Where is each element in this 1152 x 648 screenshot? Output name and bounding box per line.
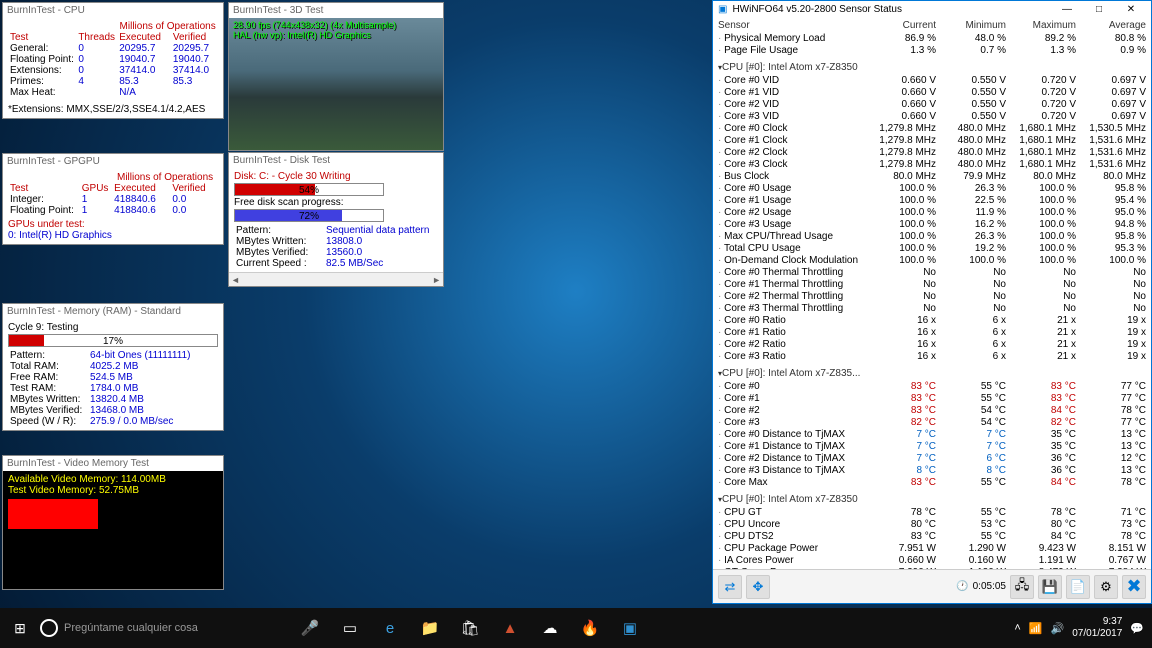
sensor-row[interactable]: Core #083 °C55 °C83 °C77 °C — [718, 381, 1146, 393]
burnintest-disk-window[interactable]: BurnInTest - Disk Test Disk: C: - Cycle … — [228, 152, 444, 287]
sensor-row[interactable]: Core #0 Clock1,279.8 MHz480.0 MHz1,680.1… — [718, 123, 1146, 135]
window-title: BurnInTest - GPGPU — [3, 154, 223, 169]
cpu-extensions: *Extensions: MMX,SSE/2/3,SSE4.1/4.2,AES — [8, 104, 218, 115]
sensor-row[interactable]: Core #0 Ratio16 x6 x21 x19 x — [718, 315, 1146, 327]
sensor-row[interactable]: Core #382 °C54 °C82 °C77 °C — [718, 417, 1146, 429]
sensor-row[interactable]: CPU Uncore80 °C53 °C80 °C73 °C — [718, 519, 1146, 531]
memory-progress: 17% — [8, 334, 218, 347]
sensor-row[interactable]: CPU GT78 °C55 °C78 °C71 °C — [718, 507, 1146, 519]
hwinfo-columns: Sensor Current Minimum Maximum Average — [713, 18, 1151, 33]
elapsed-time: 0:05:05 — [973, 581, 1006, 592]
explorer-icon[interactable]: 📁 — [410, 619, 450, 637]
mic-icon[interactable]: 🎤 — [290, 619, 330, 637]
wifi-icon[interactable]: 📶 — [1029, 622, 1043, 635]
sensor-row[interactable]: Core #2 Usage100.0 %11.9 %100.0 %95.0 % — [718, 207, 1146, 219]
sensor-section[interactable]: CPU [#0]: Intel Atom x7-Z835... — [718, 363, 1146, 381]
window-title: BurnInTest - Video Memory Test — [3, 456, 223, 471]
burnintest-3d-window[interactable]: BurnInTest - 3D Test 28.90 fps (744x438x… — [228, 2, 444, 151]
taskbar[interactable]: ⊞ Pregúntame cualquier cosa 🎤 ▭ e 📁 🛍 ▲ … — [0, 608, 1152, 648]
burnintest-videomem-window[interactable]: BurnInTest - Video Memory Test Available… — [2, 455, 224, 590]
sensor-row[interactable]: Core #2 Ratio16 x6 x21 x19 x — [718, 339, 1146, 351]
start-button[interactable]: ⊞ — [0, 620, 40, 637]
sensor-row[interactable]: Core #283 °C54 °C84 °C78 °C — [718, 405, 1146, 417]
sensor-row[interactable]: Core #1 VID0.660 V0.550 V0.720 V0.697 V — [718, 87, 1146, 99]
app-icon-1[interactable]: ▲ — [490, 620, 530, 637]
save-icon[interactable]: 💾 — [1038, 575, 1062, 599]
sensor-row[interactable]: Core #3 Usage100.0 %16.2 %100.0 %94.8 % — [718, 219, 1146, 231]
sensor-row[interactable]: CPU Package Power7.951 W1.290 W9.423 W8.… — [718, 543, 1146, 555]
minimize-button[interactable]: — — [1052, 4, 1082, 15]
hwinfo-toolbar: ⇄ ✥ 🕐 0:05:05 🖧 💾 📄 ⚙ ✖ — [713, 569, 1151, 603]
window-title: BurnInTest - CPU — [3, 3, 223, 18]
scrollbar-h[interactable]: ◄► — [229, 272, 443, 286]
disk-progress-1: 54% — [234, 183, 384, 196]
edge-icon[interactable]: e — [370, 620, 410, 637]
search-box[interactable]: Pregúntame cualquier cosa — [40, 619, 290, 637]
sensor-row[interactable]: Core #3 Ratio16 x6 x21 x19 x — [718, 351, 1146, 363]
app-icon-2[interactable]: ☁ — [530, 619, 570, 637]
tray-chevron-icon[interactable]: ˄ — [1014, 622, 1020, 634]
sensor-row[interactable]: Core #183 °C55 °C83 °C77 °C — [718, 393, 1146, 405]
hwinfo-icon: ▣ — [718, 4, 727, 15]
burnintest-gpgpu-window[interactable]: BurnInTest - GPGPU Millions of Operation… — [2, 153, 224, 245]
sensor-row[interactable]: Core #2 Clock1,279.8 MHz480.0 MHz1,680.1… — [718, 147, 1146, 159]
3d-viewport: 28.90 fps (744x438x32) (4x Multisample) … — [229, 18, 443, 150]
sensor-row[interactable]: Total CPU Usage100.0 %19.2 %100.0 %95.3 … — [718, 243, 1146, 255]
sensor-row[interactable]: Core #0 Usage100.0 %26.3 %100.0 %95.8 % — [718, 183, 1146, 195]
sensor-row[interactable]: CPU DTS283 °C55 °C84 °C78 °C — [718, 531, 1146, 543]
clock[interactable]: 9:37 07/01/2017 — [1072, 616, 1122, 640]
hwinfo-taskbar-icon[interactable]: ▣ — [610, 619, 650, 637]
sensor-row[interactable]: On-Demand Clock Modulation100.0 %100.0 %… — [718, 255, 1146, 267]
burnintest-icon[interactable]: 🔥 — [570, 619, 610, 637]
sensor-row[interactable]: Core #1 Thermal ThrottlingNoNoNoNo — [718, 279, 1146, 291]
disk-progress-2: 72% — [234, 209, 384, 222]
sensor-row[interactable]: Core #0 VID0.660 V0.550 V0.720 V0.697 V — [718, 75, 1146, 87]
window-title: BurnInTest - Memory (RAM) - Standard — [3, 304, 223, 319]
sensor-row[interactable]: Page File Usage1.3 %0.7 %1.3 %0.9 % — [718, 45, 1146, 57]
sensor-row[interactable]: Core #0 Thermal ThrottlingNoNoNoNo — [718, 267, 1146, 279]
sensor-section[interactable]: CPU [#0]: Intel Atom x7-Z8350 — [718, 57, 1146, 75]
sensor-row[interactable]: Core #2 VID0.660 V0.550 V0.720 V0.697 V — [718, 99, 1146, 111]
burnintest-memory-window[interactable]: BurnInTest - Memory (RAM) - Standard Cyc… — [2, 303, 224, 431]
sensor-row[interactable]: Core #1 Distance to TjMAX7 °C7 °C35 °C13… — [718, 441, 1146, 453]
sensor-section[interactable]: CPU [#0]: Intel Atom x7-Z8350 — [718, 489, 1146, 507]
hwinfo-window[interactable]: ▣ HWiNFO64 v5.20-2800 Sensor Status — □ … — [712, 0, 1152, 604]
sensor-row[interactable]: Bus Clock80.0 MHz79.9 MHz80.0 MHz80.0 MH… — [718, 171, 1146, 183]
sensor-row[interactable]: Core #0 Distance to TjMAX7 °C7 °C35 °C13… — [718, 429, 1146, 441]
sensor-row[interactable]: Core #3 Distance to TjMAX8 °C8 °C36 °C13… — [718, 465, 1146, 477]
hwinfo-titlebar[interactable]: ▣ HWiNFO64 v5.20-2800 Sensor Status — □ … — [713, 1, 1151, 18]
sensor-row[interactable]: Core #3 Clock1,279.8 MHz480.0 MHz1,680.1… — [718, 159, 1146, 171]
sensor-row[interactable]: Physical Memory Load86.9 %48.0 %89.2 %80… — [718, 33, 1146, 45]
sensor-row[interactable]: Max CPU/Thread Usage100.0 %26.3 %100.0 %… — [718, 231, 1146, 243]
network-icon[interactable]: 🖧 — [1010, 575, 1034, 599]
close-x-icon[interactable]: ✖ — [1122, 575, 1146, 599]
volume-icon[interactable]: 🔊 — [1051, 622, 1065, 635]
maximize-button[interactable]: □ — [1084, 4, 1114, 15]
cortana-icon — [40, 619, 58, 637]
close-button[interactable]: ✕ — [1116, 4, 1146, 15]
burnintest-cpu-window[interactable]: BurnInTest - CPU Millions of Operations … — [2, 2, 224, 119]
vmem-block — [8, 499, 98, 529]
store-icon[interactable]: 🛍 — [450, 619, 490, 637]
window-title: BurnInTest - 3D Test — [229, 3, 443, 18]
sensor-row[interactable]: Core #3 Thermal ThrottlingNoNoNoNo — [718, 303, 1146, 315]
taskview-icon[interactable]: ▭ — [330, 619, 370, 637]
sensor-row[interactable]: Core #3 VID0.660 V0.550 V0.720 V0.697 V — [718, 111, 1146, 123]
sensor-row[interactable]: Core #2 Distance to TjMAX7 °C6 °C36 °C12… — [718, 453, 1146, 465]
sensor-row[interactable]: Core Max83 °C55 °C84 °C78 °C — [718, 477, 1146, 489]
clock-icon: 🕐 — [956, 581, 968, 592]
action-center-icon[interactable]: 💬 — [1130, 622, 1144, 635]
sensor-row[interactable]: IA Cores Power0.660 W0.160 W1.191 W0.767… — [718, 555, 1146, 567]
sensor-row[interactable]: Core #2 Thermal ThrottlingNoNoNoNo — [718, 291, 1146, 303]
sensor-row[interactable]: Core #1 Usage100.0 %22.5 %100.0 %95.4 % — [718, 195, 1146, 207]
settings-icon[interactable]: ⚙ — [1094, 575, 1118, 599]
sensor-row[interactable]: Core #1 Ratio16 x6 x21 x19 x — [718, 327, 1146, 339]
nav-arrows-icon[interactable]: ⇄ — [718, 575, 742, 599]
window-title: BurnInTest - Disk Test — [229, 153, 443, 168]
sensor-row[interactable]: Core #1 Clock1,279.8 MHz480.0 MHz1,680.1… — [718, 135, 1146, 147]
expand-icon[interactable]: ✥ — [746, 575, 770, 599]
log-icon[interactable]: 📄 — [1066, 575, 1090, 599]
